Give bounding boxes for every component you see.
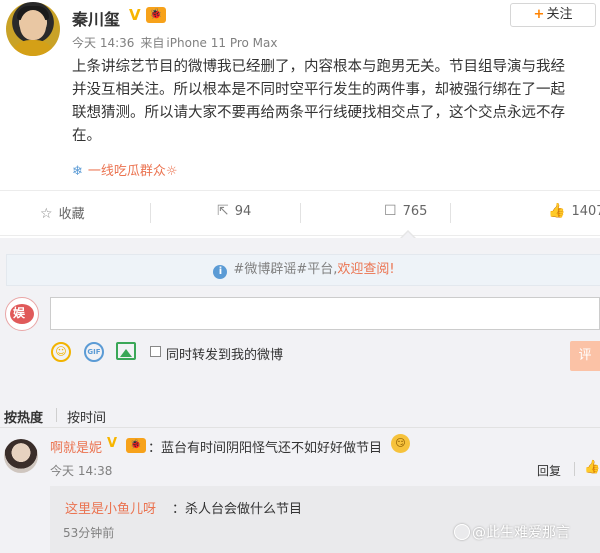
comment-input[interactable] [50, 297, 600, 330]
post-source[interactable]: ❄ 一线吃瓜群众☼ [72, 160, 178, 179]
post-content: 上条讲综艺节目的微博我已经删了，内容根本与跑男无关。节目组导演与我经 并没互相关… [72, 56, 600, 148]
reply-divider [574, 462, 575, 476]
watermark-icon [454, 524, 470, 540]
comment-like-icon[interactable]: 👍 [584, 460, 600, 475]
sort-divider [56, 408, 57, 422]
repost-icon: ⇱ [217, 203, 229, 219]
post-meta: 今天 14:36 来自 iPhone 11 Pro Max [72, 34, 284, 51]
submit-comment-button[interactable]: 评 [570, 341, 600, 371]
plus-icon: + [533, 7, 545, 22]
comment-count: 765 [402, 204, 428, 219]
watermark: @此生难爱那言 [472, 525, 570, 541]
reply-box [50, 486, 600, 553]
content-line: 并没互相关注。所以根本是不同时空平行发生的两件事，却被强行绑在了一起 [72, 82, 565, 98]
content-line: 联想猜测。所以请大家不要再给两条平行线硬找相交点了，这个交点永远不存 [72, 105, 565, 121]
repost-checkbox[interactable] [150, 346, 161, 357]
level-badge-icon: 🐞 [126, 438, 146, 453]
comment-icon: ☐ [384, 203, 397, 219]
gif-icon[interactable]: GIF [84, 342, 104, 362]
author-avatar[interactable] [6, 2, 60, 56]
rumor-notice[interactable]: i #微博辟谣#平台,欢迎查阅! [6, 254, 600, 286]
sort-by-time-tab[interactable]: 按时间 [67, 407, 106, 426]
comment-caret-inner [401, 232, 415, 239]
comment-time: 今天 14:38 [50, 464, 113, 478]
sort-underline [0, 427, 600, 428]
content-line: 在。 [72, 128, 101, 144]
via-prefix: 来自 [140, 36, 165, 50]
content-line: 上条讲综艺节目的微博我已经删了，内容根本与跑男无关。节目组导演与我经 [72, 59, 565, 75]
sort-by-hot-tab[interactable]: 按热度 [4, 407, 43, 426]
smirk-emoji-icon: 😏 [391, 434, 410, 453]
level-badge-icon: 🐞 [146, 7, 166, 23]
image-icon[interactable] [116, 342, 136, 360]
avatar-face [20, 10, 46, 40]
action-divider [300, 203, 301, 223]
commenter-avatar[interactable] [4, 439, 38, 473]
commenter-name[interactable]: 啊就是妮 [50, 437, 102, 456]
mountain-shape [120, 349, 132, 357]
like-count: 1407 [571, 204, 600, 219]
comment-button[interactable]: ☐ 765 [384, 203, 427, 219]
repost-count: 94 [234, 204, 252, 219]
reply-time: 53分钟前 [63, 526, 115, 540]
follow-label: 关注 [546, 7, 573, 22]
verified-icon: V [129, 6, 141, 24]
thumbs-up-icon: 👍 [548, 203, 566, 219]
action-bar: ☆ 收藏 ⇱ 94 ☐ 765 👍 1407 [0, 190, 600, 236]
repost-checkbox-label[interactable]: 同时转发到我的微博 [166, 344, 283, 363]
action-divider [150, 203, 151, 223]
comment-text: ：蓝台有时间阴阳怪气还不如好好做节目 [148, 441, 383, 456]
reply-author[interactable]: 这里是小鱼儿呀 [65, 498, 156, 517]
reply-text: ：杀人台会做什么节目 [172, 502, 303, 517]
author-name[interactable]: 秦川玺 [72, 6, 120, 30]
source-label: 一线吃瓜群众☼ [87, 164, 178, 179]
info-icon: i [213, 265, 228, 279]
favorite-button[interactable]: ☆ 收藏 [40, 203, 85, 222]
star-icon: ☆ [40, 206, 53, 222]
notice-link[interactable]: 欢迎查阅! [337, 262, 394, 277]
post-device: iPhone 11 Pro Max [166, 36, 278, 50]
snowflake-icon: ❄ [72, 164, 83, 179]
like-button[interactable]: 👍 1407 [548, 203, 600, 219]
post-time[interactable]: 今天 14:36 [72, 36, 134, 50]
notice-text: #微博辟谣#平台, [233, 262, 338, 277]
action-divider [450, 203, 451, 223]
verified-icon: V [107, 436, 118, 451]
repost-button[interactable]: ⇱ 94 [217, 203, 251, 219]
my-avatar: 娱 [5, 297, 39, 331]
reply-button[interactable]: 回复 [537, 462, 561, 479]
avatar-text: 娱 [13, 306, 26, 320]
emoji-icon[interactable]: ☺ [51, 342, 71, 362]
follow-button[interactable]: + 关注 [510, 3, 596, 27]
avatar-shirt [10, 40, 56, 56]
favorite-label: 收藏 [58, 207, 85, 222]
